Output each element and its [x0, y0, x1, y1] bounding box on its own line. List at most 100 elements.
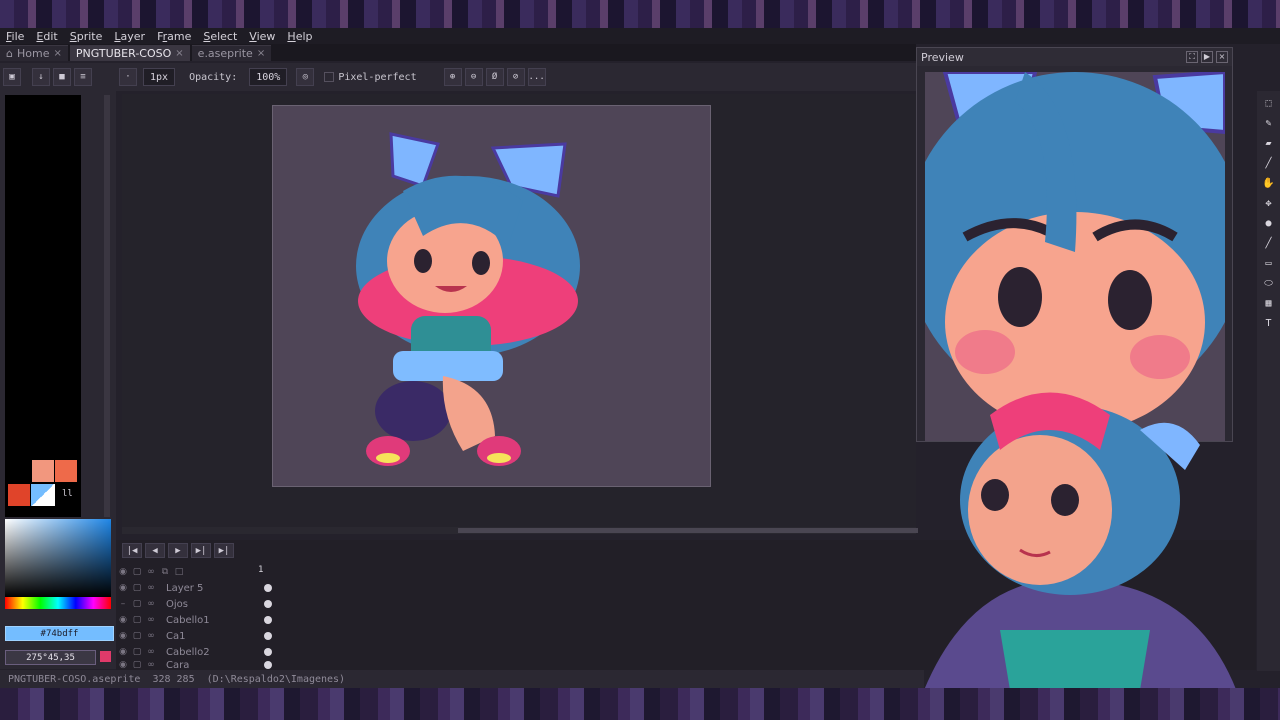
lock-icon[interactable]: ▢ — [130, 631, 144, 641]
color-spectrum[interactable] — [5, 519, 111, 597]
hue-slider[interactable] — [5, 597, 111, 609]
menu-sprite[interactable]: Sprite — [64, 30, 109, 43]
link-icon[interactable]: ∞ — [144, 615, 158, 625]
layer-name[interactable]: Cara — [166, 660, 264, 670]
lock-icon[interactable]: ▢ — [130, 599, 144, 609]
fill-icon[interactable]: ● — [1261, 216, 1276, 231]
layer-row[interactable]: ◉ ▢ ∞ Cabello2 — [116, 644, 272, 660]
layer-name[interactable]: Cabello2 — [166, 647, 264, 658]
blur-icon[interactable]: ▦ — [1261, 296, 1276, 311]
hand-icon[interactable]: ✋ — [1261, 176, 1276, 191]
close-icon[interactable]: × — [175, 48, 183, 59]
layers-icon[interactable]: ⧉ — [158, 567, 172, 577]
cel-dot[interactable] — [264, 600, 272, 608]
eye-icon[interactable]: ◉ — [116, 583, 130, 593]
menu-view[interactable]: View — [243, 30, 281, 43]
lock-icon[interactable]: ▢ — [130, 567, 144, 577]
cel-dot[interactable] — [264, 661, 272, 669]
first-frame-icon[interactable]: |◀ — [122, 543, 142, 558]
tab-e-aseprite[interactable]: e.aseprite × — [191, 45, 272, 61]
canvas-scrollbar[interactable] — [122, 527, 918, 534]
ink-icon[interactable]: ◎ — [296, 68, 315, 86]
lock-icon[interactable]: ▢ — [130, 660, 144, 670]
close-icon[interactable]: × — [53, 48, 61, 59]
lock-icon[interactable]: ▢ — [130, 647, 144, 657]
layer-name[interactable]: Cabello1 — [166, 615, 264, 626]
eraser-icon[interactable]: ▰ — [1261, 136, 1276, 151]
play-icon[interactable]: ▶ — [168, 543, 188, 558]
layer-row[interactable]: ◉ ▢ ∞ Layer 5 — [116, 580, 272, 596]
layer-row[interactable]: ◉ ▢ ∞ Ca1 — [116, 628, 272, 644]
menu-edit[interactable]: Edit — [30, 30, 63, 43]
cel-dot[interactable] — [264, 616, 272, 624]
menu-frame[interactable]: Frame — [151, 30, 197, 43]
symmetry-off-icon[interactable]: ⊘ — [506, 68, 525, 86]
cel-dot[interactable] — [264, 632, 272, 640]
eye-icon[interactable]: ◉ — [116, 615, 130, 625]
lock-icon[interactable]: ▢ — [130, 615, 144, 625]
next-frame-icon[interactable]: ▶| — [191, 543, 211, 558]
eye-icon[interactable]: ◉ — [116, 660, 130, 670]
prev-frame-icon[interactable]: ◀ — [145, 543, 165, 558]
palette-grid[interactable] — [5, 95, 81, 517]
scrollbar-thumb[interactable] — [458, 528, 918, 533]
pencil-icon[interactable]: ✎ — [1261, 116, 1276, 131]
contour-icon[interactable]: ⬭ — [1261, 276, 1276, 291]
eyedropper-icon[interactable]: ╱ — [1261, 156, 1276, 171]
layer-name[interactable]: Ca1 — [166, 631, 264, 642]
cel-dot[interactable] — [264, 584, 272, 592]
play-icon[interactable]: ▶ — [1201, 51, 1213, 63]
eye-hidden-icon[interactable]: – — [116, 599, 130, 609]
menu-help[interactable]: Help — [281, 30, 318, 43]
background-color-swatch[interactable] — [8, 484, 30, 506]
menu-icon[interactable]: ≡ — [74, 68, 92, 86]
eye-icon[interactable]: ◉ — [116, 567, 130, 577]
rectangle-icon[interactable]: ▭ — [1261, 256, 1276, 271]
sprite-canvas[interactable] — [272, 105, 711, 487]
symmetry-h-icon[interactable]: ⊖ — [464, 68, 483, 86]
tab-pngtuber[interactable]: PNGTUBER-COSO × — [69, 45, 190, 61]
cel-dot[interactable] — [264, 648, 272, 656]
layer-row[interactable]: – ▢ ∞ Ojos — [116, 596, 272, 612]
canvas-editor[interactable] — [122, 94, 916, 534]
layer-row[interactable]: ◉ ▢ ∞ Cabello1 — [116, 612, 272, 628]
lock-icon[interactable]: ▣ — [3, 68, 21, 86]
marquee-icon[interactable]: ⬚ — [1261, 96, 1276, 111]
link-icon[interactable]: ∞ — [144, 631, 158, 641]
link-icon[interactable]: ∞ — [144, 660, 158, 670]
brush-type-icon[interactable]: · — [119, 68, 137, 86]
hsv-color-field[interactable]: 275°45,35 — [5, 650, 96, 665]
link-icon[interactable]: ∞ — [144, 599, 158, 609]
close-icon[interactable]: × — [257, 48, 265, 59]
warning-icon[interactable] — [100, 651, 111, 662]
layer-name[interactable]: Ojos — [166, 599, 264, 610]
eye-icon[interactable]: ◉ — [116, 647, 130, 657]
layer-name[interactable]: Layer 5 — [166, 583, 264, 594]
swap-colors-icon[interactable]: ll — [62, 489, 73, 499]
eye-icon[interactable]: ◉ — [116, 631, 130, 641]
download-icon[interactable]: ↓ — [32, 68, 50, 86]
link-icon[interactable]: ∞ — [144, 647, 158, 657]
hex-color-field[interactable]: #74bdff — [5, 626, 114, 641]
square-icon[interactable]: ■ — [53, 68, 71, 86]
last-frame-icon[interactable]: ▶| — [214, 543, 234, 558]
palette-swatch[interactable] — [32, 460, 54, 482]
preview-titlebar[interactable]: Preview ⛶ ▶ × — [917, 48, 1232, 66]
fullscreen-icon[interactable]: ⛶ — [1186, 51, 1198, 63]
link-icon[interactable]: ∞ — [144, 567, 158, 577]
opacity-field[interactable]: 100% — [249, 68, 288, 86]
symmetry-icon[interactable]: ⊕ — [443, 68, 462, 86]
foreground-color-swatch[interactable] — [31, 484, 55, 506]
more-options-button[interactable]: ... — [527, 68, 546, 86]
menu-select[interactable]: Select — [197, 30, 243, 43]
text-icon[interactable]: T — [1261, 316, 1276, 331]
move-icon[interactable]: ✥ — [1261, 196, 1276, 211]
palette-scrollbar[interactable] — [104, 95, 110, 517]
layer-row[interactable]: ◉ ▢ ∞ Cara — [116, 660, 272, 670]
tab-home[interactable]: ⌂ Home × — [0, 45, 68, 61]
pixel-perfect-checkbox[interactable] — [324, 72, 335, 82]
link-icon[interactable]: ∞ — [144, 583, 158, 593]
symmetry-v-icon[interactable]: Ø — [485, 68, 504, 86]
menu-file[interactable]: File — [0, 30, 30, 43]
lock-icon[interactable]: ▢ — [130, 583, 144, 593]
